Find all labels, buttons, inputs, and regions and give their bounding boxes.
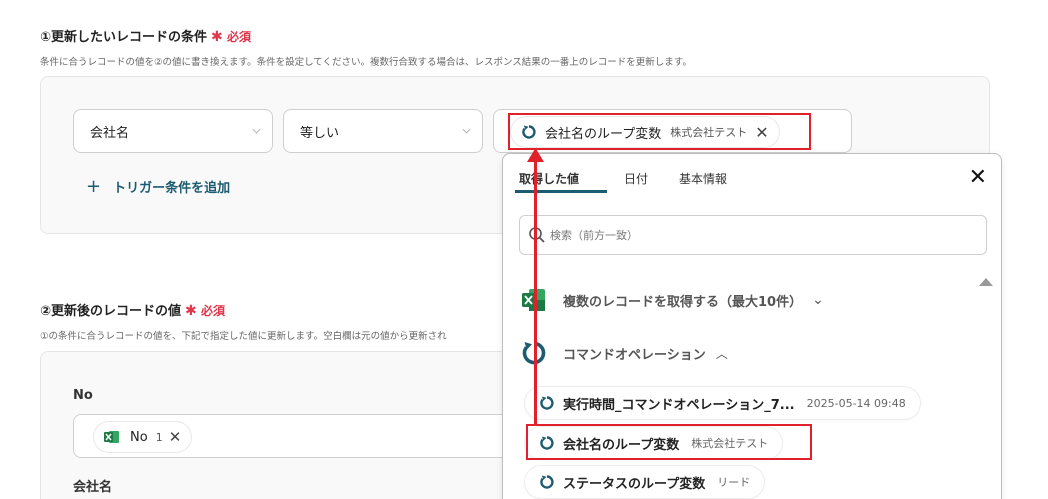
no-chip[interactable]: No 1 ✕ [94, 422, 192, 452]
required-star: ✱ [211, 29, 223, 45]
chevron-down-icon [462, 125, 471, 134]
group-label: コマンドオペレーション [563, 347, 706, 363]
tab-acquired-values[interactable]: 取得した値 [519, 170, 579, 187]
chevron-up-icon: ︿ [715, 346, 728, 361]
add-condition-label: トリガー条件を追加 [113, 181, 231, 196]
highlight-arrow-head [527, 148, 544, 162]
item-label: 実行時間_コマンドオペレーション_7... [563, 397, 795, 413]
required-badge: ✱ 必須 [211, 29, 251, 45]
group-command-operation[interactable]: コマンドオペレーション ︿ [521, 340, 728, 366]
active-tab-indicator [515, 190, 607, 193]
no-chip-value: 1 [155, 430, 163, 444]
excel-icon [104, 431, 119, 443]
field-label-no: No [73, 388, 93, 403]
required-label: 必須 [200, 304, 225, 318]
no-chip-label: No [130, 429, 148, 445]
search-input[interactable]: 検索（前方一致） [519, 215, 987, 255]
section1-description: 条件に合うレコードの値を②の値に書き換えます。条件を設定してください。複数行合致… [40, 57, 692, 68]
field-select[interactable]: 会社名 [73, 109, 273, 153]
required-badge: ✱ 必須 [185, 303, 225, 319]
section2-title-text: ②更新後のレコードの値 [40, 304, 182, 319]
loop-icon [540, 396, 554, 410]
search-placeholder: 検索（前方一致） [550, 229, 638, 242]
tab-date[interactable]: 日付 [624, 170, 648, 187]
section1-title: ①更新したいレコードの条件 ✱ 必須 [40, 26, 251, 45]
loop-icon [540, 475, 554, 489]
list-item[interactable]: ステータスのループ変数 リード [525, 466, 765, 498]
chevron-down-icon [252, 125, 261, 134]
group-get-records[interactable]: 複数のレコードを取得する（最大10件） ⌄ [521, 287, 824, 313]
highlight-arrow-line [534, 160, 537, 425]
highlight-box-list-item [526, 424, 812, 460]
no-input[interactable]: No 1 ✕ [73, 414, 513, 458]
close-icon[interactable]: ✕ [969, 167, 987, 189]
field-label-company: 会社名 [73, 480, 113, 495]
remove-icon[interactable]: ✕ [169, 428, 182, 446]
item-value: リード [717, 476, 751, 489]
section1-title-text: ①更新したいレコードの条件 [40, 30, 208, 45]
chevron-down-icon: ⌄ [812, 292, 824, 308]
tab-basic-info[interactable]: 基本情報 [679, 170, 727, 187]
plus-icon: + [86, 176, 102, 197]
field-select-value: 会社名 [90, 125, 130, 141]
item-label: ステータスのループ変数 [563, 476, 706, 492]
highlight-box-value-chip [508, 113, 811, 150]
required-label: 必須 [226, 30, 251, 44]
required-star: ✱ [185, 303, 197, 319]
list-item[interactable]: 実行時間_コマンドオペレーション_7... 2025-05-14 09:48 [525, 387, 920, 419]
item-value: 2025-05-14 09:48 [806, 396, 906, 410]
section2-description: ①の条件に合うレコードの値を、下記で指定した値に更新します。空白欄は元の値から更… [40, 331, 447, 342]
add-condition-button[interactable]: + トリガー条件を追加 [86, 176, 230, 197]
section2-title: ②更新後のレコードの値 ✱ 必須 [40, 300, 225, 319]
group-label: 複数のレコードを取得する（最大10件） [563, 294, 803, 310]
search-icon [529, 227, 545, 243]
operator-select-value: 等しい [300, 125, 340, 141]
operator-select[interactable]: 等しい [283, 109, 483, 153]
scroll-up-arrow[interactable] [979, 278, 993, 286]
